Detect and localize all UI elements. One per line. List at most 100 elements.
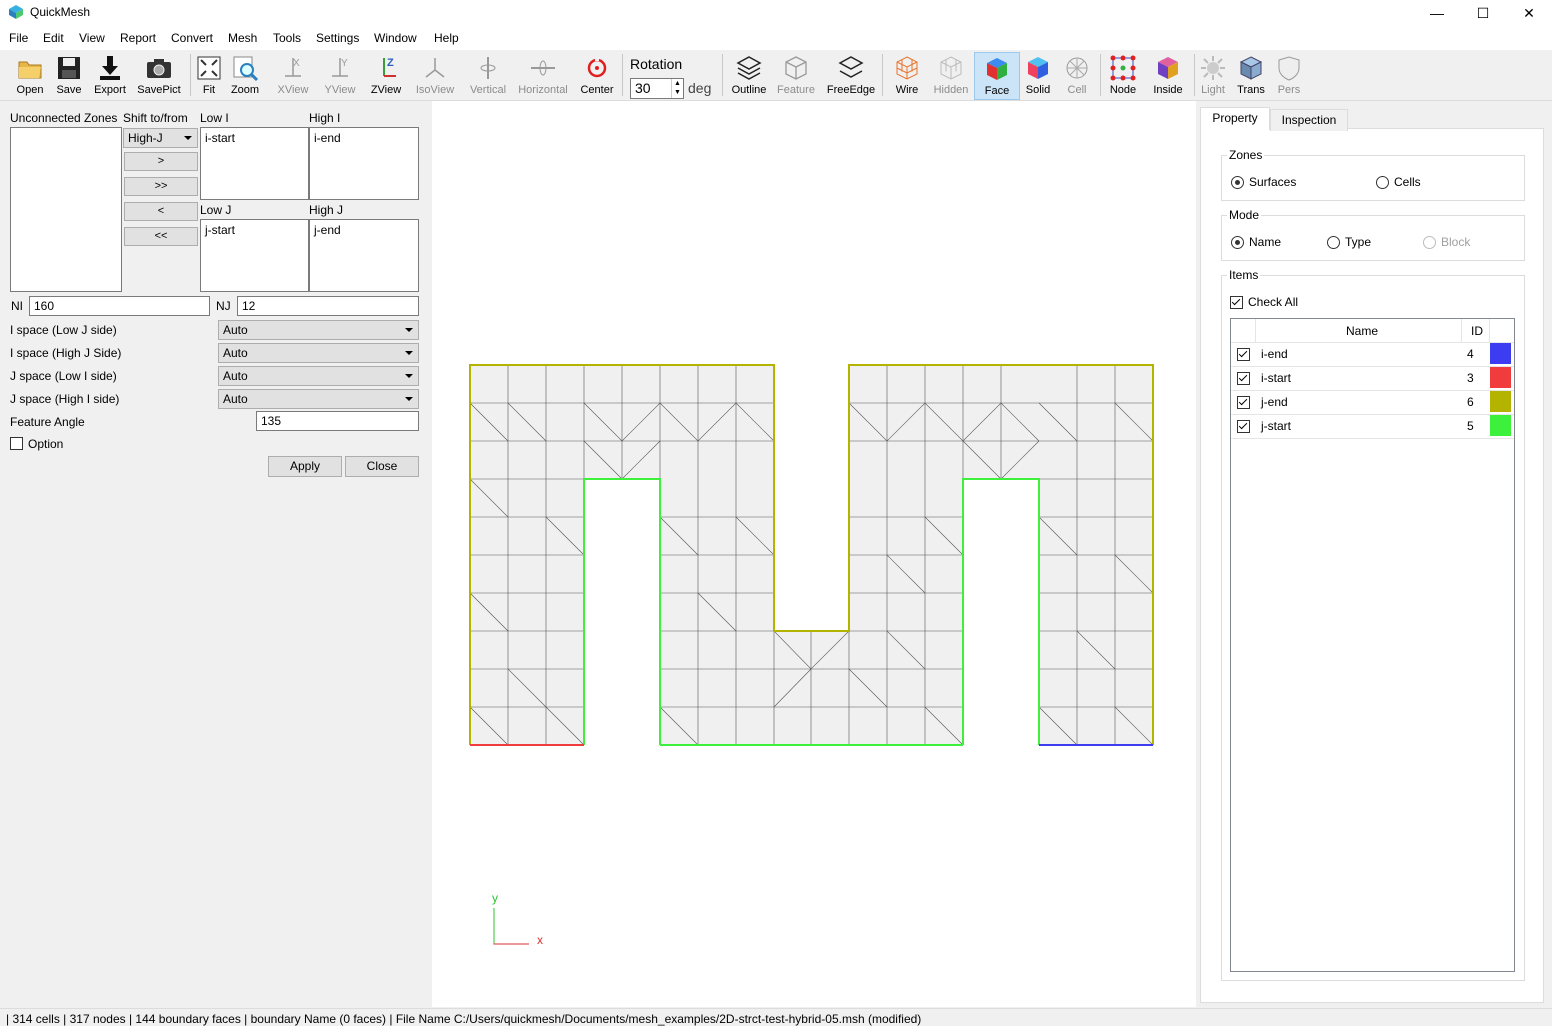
row-checkbox[interactable]	[1237, 348, 1250, 361]
row-color-swatch[interactable]	[1490, 391, 1511, 412]
minimize-button[interactable]: —	[1414, 0, 1460, 26]
jspace-low-select[interactable]: Auto	[218, 366, 419, 386]
ni-input[interactable]: 160	[29, 296, 210, 316]
remove-all-button[interactable]: <<	[124, 227, 198, 246]
menu-convert[interactable]: Convert	[171, 31, 213, 45]
solid-button[interactable]: Solid	[1020, 52, 1056, 98]
menu-help[interactable]: Help	[434, 31, 459, 45]
table-row[interactable]: i-end 4	[1231, 342, 1514, 367]
menu-file[interactable]: File	[9, 31, 28, 45]
high-i-item[interactable]: i-end	[314, 131, 341, 145]
nj-input[interactable]: 12	[237, 296, 419, 316]
low-i-item[interactable]: i-start	[205, 131, 235, 145]
tab-property[interactable]: Property	[1200, 107, 1270, 130]
close-button[interactable]: Close	[345, 456, 419, 477]
horizontal-button[interactable]: Horizontal	[516, 52, 570, 98]
apply-button[interactable]: Apply	[268, 456, 342, 477]
row-id: 3	[1467, 371, 1474, 385]
row-name: i-start	[1261, 371, 1291, 385]
savepict-button[interactable]: SavePict	[136, 52, 182, 98]
yview-button[interactable]: Y YView	[320, 52, 360, 98]
feature-angle-input[interactable]: 135	[256, 411, 419, 431]
wire-button[interactable]: Wire	[888, 52, 926, 98]
add-button[interactable]: >	[124, 152, 198, 171]
node-button[interactable]: Node	[1104, 52, 1142, 98]
zones-surfaces-radio[interactable]	[1231, 176, 1244, 189]
close-window-button[interactable]: ✕	[1506, 0, 1552, 26]
download-icon	[100, 56, 120, 80]
row-checkbox[interactable]	[1237, 396, 1250, 409]
remove-button[interactable]: <	[124, 202, 198, 221]
trans-button[interactable]: Trans	[1232, 52, 1270, 98]
mode-block-label: Block	[1441, 235, 1471, 249]
pers-button[interactable]: Pers	[1272, 52, 1306, 98]
high-j-list[interactable]: j-end	[309, 219, 419, 292]
save-button[interactable]: Save	[50, 52, 88, 98]
ispace-low-select[interactable]: Auto	[218, 320, 419, 340]
menu-view[interactable]: View	[79, 31, 105, 45]
chevron-down-icon	[405, 374, 413, 378]
rotation-spinbox[interactable]: 30 ▲ ▼	[630, 78, 684, 99]
table-row[interactable]: i-start 3	[1231, 366, 1514, 391]
items-table[interactable]: Name ID i-end 4 i-start 3 j-end 6 j-star…	[1230, 318, 1515, 972]
check-all-checkbox[interactable]	[1230, 296, 1243, 309]
open-button[interactable]: Open	[10, 52, 50, 98]
low-j-list[interactable]: j-start	[200, 219, 309, 292]
unconnected-zones-list[interactable]	[10, 127, 122, 292]
export-button[interactable]: Export	[90, 52, 130, 98]
menu-edit[interactable]: Edit	[43, 31, 64, 45]
table-row[interactable]: j-start 5	[1231, 414, 1514, 439]
row-color-swatch[interactable]	[1490, 415, 1511, 436]
jspace-high-select[interactable]: Auto	[218, 389, 419, 409]
xview-button[interactable]: X XView	[274, 52, 312, 98]
mesh-canvas[interactable]	[432, 101, 1196, 1007]
ispace-high-select[interactable]: Auto	[218, 343, 419, 363]
vertical-button[interactable]: Vertical	[466, 52, 510, 98]
mode-type-radio[interactable]	[1327, 236, 1340, 249]
center-button[interactable]: Center	[578, 52, 616, 98]
maximize-button[interactable]: ☐	[1460, 0, 1506, 26]
shift-select-value: High-J	[128, 131, 163, 145]
row-checkbox[interactable]	[1237, 420, 1250, 433]
outline-layers-icon	[736, 56, 762, 80]
tab-inspection[interactable]: Inspection	[1270, 109, 1348, 131]
col-id-header[interactable]: ID	[1471, 324, 1483, 338]
menu-mesh[interactable]: Mesh	[228, 31, 257, 45]
chevron-down-icon	[405, 351, 413, 355]
row-checkbox[interactable]	[1237, 372, 1250, 385]
shift-select[interactable]: High-J	[123, 128, 198, 148]
menu-tools[interactable]: Tools	[273, 31, 301, 45]
isoview-button[interactable]: IsoView	[412, 52, 458, 98]
status-text: | 314 cells | 317 nodes | 144 boundary f…	[6, 1012, 922, 1026]
zones-title: Zones	[1227, 148, 1265, 162]
fit-button[interactable]: Fit	[194, 52, 224, 98]
mesh-viewport[interactable]: y x	[432, 101, 1196, 1007]
high-i-list[interactable]: i-end	[309, 127, 419, 200]
col-name-header[interactable]: Name	[1346, 324, 1378, 338]
menu-settings[interactable]: Settings	[316, 31, 359, 45]
feature-button[interactable]: Feature	[774, 52, 818, 98]
cell-button[interactable]: Cell	[1060, 52, 1094, 98]
row-color-swatch[interactable]	[1490, 343, 1511, 364]
menu-window[interactable]: Window	[374, 31, 417, 45]
inside-button[interactable]: Inside	[1148, 52, 1188, 98]
freeedge-button[interactable]: FreeEdge	[826, 52, 876, 98]
add-all-button[interactable]: >>	[124, 177, 198, 196]
zoom-button[interactable]: Zoom	[228, 52, 262, 98]
outline-button[interactable]: Outline	[728, 52, 770, 98]
mode-name-radio[interactable]	[1231, 236, 1244, 249]
row-color-swatch[interactable]	[1490, 367, 1511, 388]
high-j-item[interactable]: j-end	[314, 223, 341, 237]
menu-report[interactable]: Report	[120, 31, 156, 45]
table-row[interactable]: j-end 6	[1231, 390, 1514, 415]
low-j-item[interactable]: j-start	[205, 223, 235, 237]
zones-cells-radio[interactable]	[1376, 176, 1389, 189]
mode-block-radio[interactable]	[1423, 236, 1436, 249]
low-i-list[interactable]: i-start	[200, 127, 309, 200]
light-button[interactable]: Light	[1196, 52, 1230, 98]
option-checkbox[interactable]	[10, 437, 23, 450]
face-button[interactable]: Face	[974, 52, 1020, 100]
spin-arrows-icon[interactable]: ▲ ▼	[671, 79, 683, 98]
hidden-button[interactable]: Hidden	[930, 52, 972, 98]
zview-button[interactable]: Z ZView	[366, 52, 406, 98]
